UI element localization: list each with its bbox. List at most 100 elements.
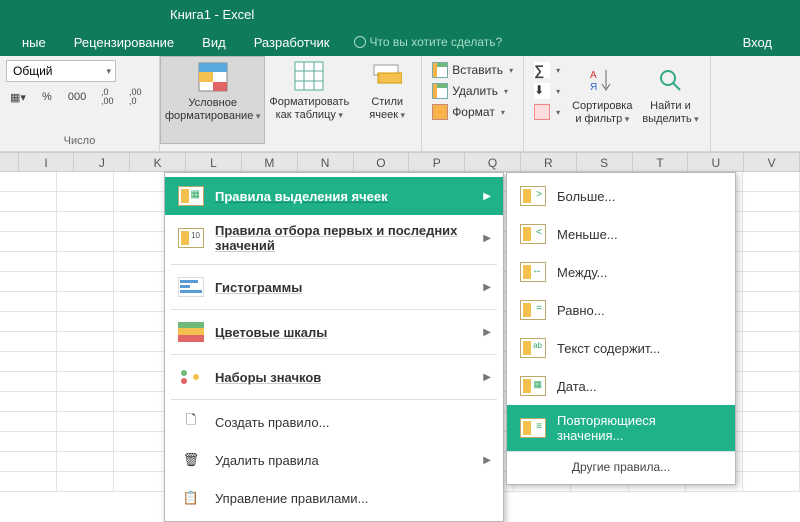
cell[interactable] (57, 312, 114, 331)
col-P[interactable]: P (409, 153, 465, 171)
col-S[interactable]: S (577, 153, 633, 171)
cell[interactable] (114, 432, 171, 451)
cell[interactable] (743, 232, 800, 251)
cell[interactable] (57, 372, 114, 391)
tab-view[interactable]: Вид (188, 35, 240, 50)
cell[interactable] (0, 292, 57, 311)
menu-highlight-cell-rules[interactable]: ▦ Правила выделения ячеек ▶ (165, 177, 503, 215)
cell[interactable] (0, 212, 57, 231)
cell[interactable] (0, 472, 57, 491)
col-Q[interactable]: Q (465, 153, 521, 171)
cell[interactable] (743, 332, 800, 351)
cell[interactable] (114, 192, 171, 211)
cell-styles-button[interactable]: Стилиячеек (353, 56, 421, 144)
cell[interactable] (0, 432, 57, 451)
cell[interactable] (57, 252, 114, 271)
cell[interactable] (114, 372, 171, 391)
col-U[interactable]: U (688, 153, 744, 171)
cell[interactable] (743, 192, 800, 211)
cell[interactable] (0, 412, 57, 431)
rule-duplicate-values[interactable]: ≡Повторяющиеся значения... (507, 405, 735, 451)
cell[interactable] (114, 332, 171, 351)
cell[interactable] (114, 172, 171, 191)
cell[interactable] (743, 252, 800, 271)
cell[interactable] (0, 232, 57, 251)
format-as-table-button[interactable]: Форматироватькак таблицу (265, 56, 353, 144)
rule-date-occurring[interactable]: ▦Дата... (507, 367, 735, 405)
insert-cells-button[interactable]: Вставить (428, 60, 517, 80)
tell-me-search[interactable]: Что вы хотите сделать? (354, 35, 503, 49)
menu-color-scales[interactable]: Цветовые шкалы ▶ (165, 313, 503, 351)
currency-dropdown[interactable]: ▦▾ (6, 86, 30, 108)
col-K[interactable]: K (130, 153, 186, 171)
cell[interactable] (743, 172, 800, 191)
col-R[interactable]: R (521, 153, 577, 171)
menu-manage-rules[interactable]: 📋 Управление правилами... (165, 479, 503, 517)
col-J[interactable]: J (74, 153, 130, 171)
menu-data-bars[interactable]: Гистограммы ▶ (165, 268, 503, 306)
rule-less-than[interactable]: <Меньше... (507, 215, 735, 253)
cell[interactable] (0, 352, 57, 371)
conditional-formatting-button[interactable]: Условноеформатирование (160, 56, 265, 144)
cell[interactable] (114, 232, 171, 251)
cell[interactable] (57, 452, 114, 471)
cell[interactable] (57, 192, 114, 211)
menu-new-rule[interactable]: 🗋 Создать правило... (165, 403, 503, 441)
number-format-combo[interactable]: Общий (6, 60, 116, 82)
col-O[interactable]: O (354, 153, 410, 171)
rule-text-contains[interactable]: abТекст содержит... (507, 329, 735, 367)
cell[interactable] (57, 272, 114, 291)
cell[interactable] (0, 272, 57, 291)
cell[interactable] (114, 212, 171, 231)
increase-decimal-button[interactable]: ,0,00 (96, 86, 118, 108)
menu-icon-sets[interactable]: Наборы значков ▶ (165, 358, 503, 396)
cell[interactable] (0, 392, 57, 411)
col-I[interactable]: I (19, 153, 75, 171)
cell[interactable] (57, 352, 114, 371)
col-T[interactable]: T (633, 153, 689, 171)
cell[interactable] (57, 412, 114, 431)
worksheet-grid[interactable]: ▦ Правила выделения ячеек ▶ 10 Правила о… (0, 172, 800, 500)
cell[interactable] (114, 392, 171, 411)
cell[interactable] (743, 472, 800, 491)
tab-data-partial[interactable]: ные (8, 35, 60, 50)
cell[interactable] (57, 472, 114, 491)
cell[interactable] (743, 312, 800, 331)
menu-clear-rules[interactable]: 🗑 Удалить правила ▶ (165, 441, 503, 479)
cell[interactable] (57, 172, 114, 191)
format-cells-button[interactable]: Формат (428, 102, 517, 122)
comma-button[interactable]: 000 (64, 86, 90, 108)
cell[interactable] (743, 292, 800, 311)
cell[interactable] (114, 472, 171, 491)
cell[interactable] (57, 392, 114, 411)
selectall-corner[interactable] (0, 153, 19, 171)
autosum-button[interactable]: ∑ (530, 60, 564, 80)
cell[interactable] (0, 332, 57, 351)
cell[interactable] (743, 352, 800, 371)
rule-between[interactable]: ↔Между... (507, 253, 735, 291)
cell[interactable] (57, 332, 114, 351)
decrease-decimal-button[interactable]: ,00,0 (124, 86, 146, 108)
col-L[interactable]: L (186, 153, 242, 171)
menu-top-bottom-rules[interactable]: 10 Правила отбора первых и последних зна… (165, 215, 503, 261)
rule-equal-to[interactable]: =Равно... (507, 291, 735, 329)
cell[interactable] (743, 372, 800, 391)
delete-cells-button[interactable]: Удалить (428, 81, 517, 101)
cell[interactable] (0, 312, 57, 331)
sort-filter-button[interactable]: АЯ Сортировкаи фильтр (568, 60, 636, 148)
cell[interactable] (114, 292, 171, 311)
cell[interactable] (743, 432, 800, 451)
cell[interactable] (743, 392, 800, 411)
cell[interactable] (0, 452, 57, 471)
col-V[interactable]: V (744, 153, 800, 171)
cell[interactable] (57, 212, 114, 231)
clear-button[interactable] (530, 102, 564, 122)
col-N[interactable]: N (298, 153, 354, 171)
cell[interactable] (114, 272, 171, 291)
cell[interactable] (114, 252, 171, 271)
cell[interactable] (57, 292, 114, 311)
tab-developer[interactable]: Разработчик (240, 35, 344, 50)
tab-review[interactable]: Рецензирование (60, 35, 188, 50)
cell[interactable] (114, 312, 171, 331)
cell[interactable] (743, 212, 800, 231)
